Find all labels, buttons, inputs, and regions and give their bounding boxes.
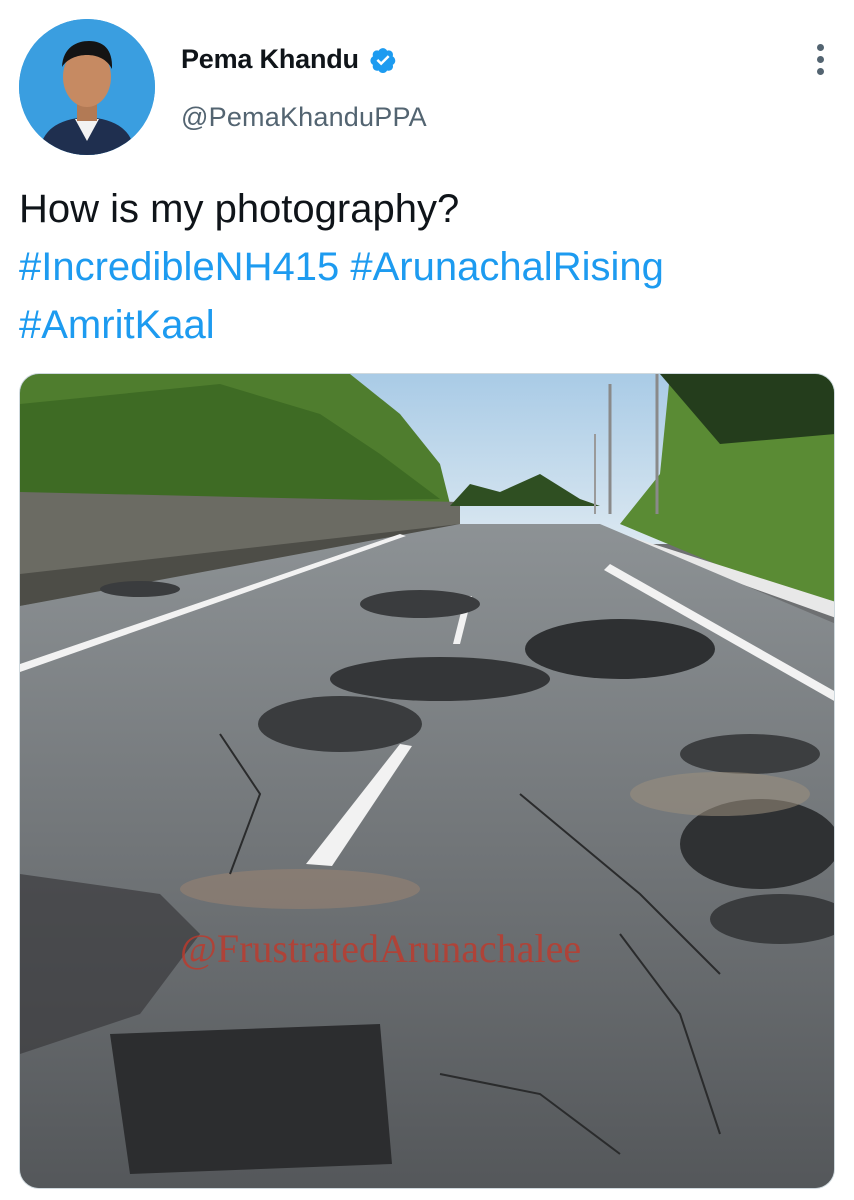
- photo-watermark: @FrustratedArunachalee: [180, 926, 581, 971]
- more-options-icon[interactable]: [812, 44, 828, 78]
- tweet-media-photo[interactable]: @FrustratedArunachalee: [19, 373, 835, 1189]
- hashtag-link[interactable]: #ArunachalRising: [350, 245, 664, 289]
- damaged-road-photo: @FrustratedArunachalee: [20, 374, 834, 1188]
- author-handle[interactable]: @PemaKhanduPPA: [181, 102, 427, 133]
- author-avatar[interactable]: [19, 19, 155, 155]
- author-name-row: Pema Khandu: [181, 44, 397, 75]
- tweet-text: How is my photography? #IncredibleNH415 …: [19, 180, 829, 354]
- hashtag-link[interactable]: #IncredibleNH415: [19, 245, 339, 289]
- hashtag-link[interactable]: #AmritKaal: [19, 303, 215, 347]
- author-display-name[interactable]: Pema Khandu: [181, 44, 359, 75]
- avatar-portrait: [19, 19, 155, 155]
- verified-badge-icon: [370, 47, 396, 73]
- tweet-text-body: How is my photography?: [19, 187, 460, 231]
